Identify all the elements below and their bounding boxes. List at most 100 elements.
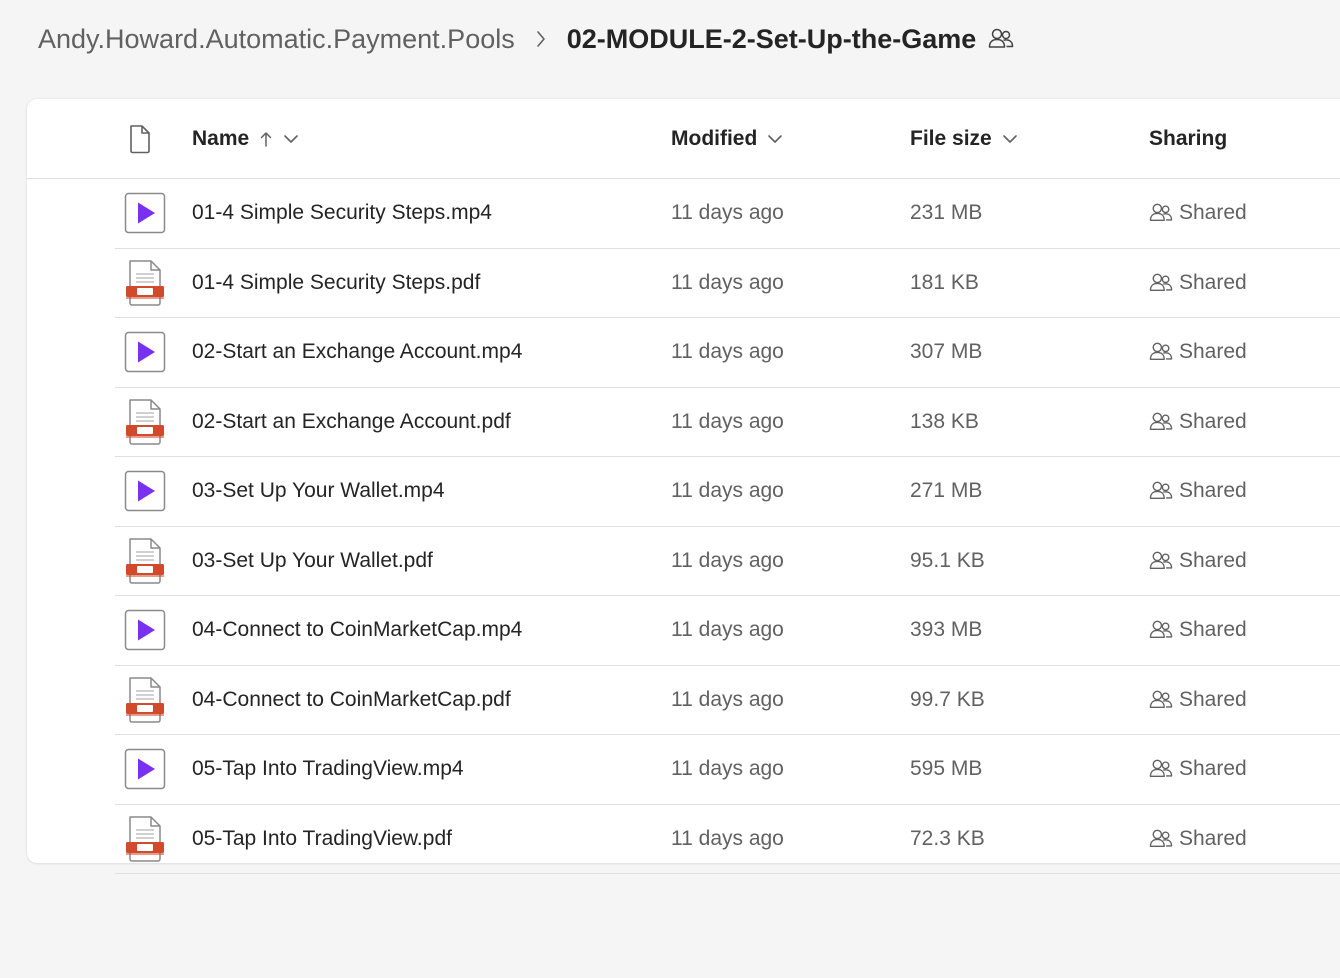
file-size: 99.7 KB [910,687,985,711]
breadcrumb-current-folder: 02-MODULE-2-Set-Up-the-Game [566,23,977,54]
sharing-label: Shared [1179,687,1247,711]
chevron-down-icon[interactable] [1002,133,1018,145]
pdf-file-icon [123,527,167,595]
sharing-status[interactable]: Shared [1149,666,1247,734]
file-size: 181 KB [910,270,979,294]
sharing-status[interactable]: Shared [1149,457,1247,525]
file-name[interactable]: 05-Tap Into TradingView.pdf [192,805,452,873]
sharing-status[interactable]: Shared [1149,805,1247,873]
sharing-label: Shared [1179,201,1247,224]
file-name[interactable]: 02-Start an Exchange Account.mp4 [192,318,522,386]
file-size: 231 MB [910,201,983,224]
table-row[interactable]: 04-Connect to CoinMarketCap.mp4 11 days … [115,596,1340,666]
file-name[interactable]: 03-Set Up Your Wallet.mp4 [192,457,445,525]
pdf-file-icon [123,249,167,317]
people-icon [1149,689,1173,711]
table-row[interactable]: 05-Tap Into TradingView.pdf 11 days ago … [115,805,1340,874]
file-name[interactable]: 01-4 Simple Security Steps.mp4 [192,179,492,247]
modified-date: 11 days ago [671,757,784,780]
column-header-name[interactable]: Name [192,99,299,178]
sharing-label: Shared [1179,479,1247,502]
column-header-modified-label: Modified [671,126,758,150]
modified-date: 11 days ago [671,826,784,850]
column-header-file-size[interactable]: File size [910,99,1018,178]
sharing-label: Shared [1179,757,1247,780]
file-size: 393 MB [910,618,983,641]
file-size: 307 MB [910,340,983,363]
modified-date: 11 days ago [671,618,784,641]
modified-date: 11 days ago [671,340,784,363]
sharing-label: Shared [1179,340,1247,363]
column-header-name-label: Name [192,126,250,150]
document-icon[interactable] [127,99,153,178]
sharing-status[interactable]: Shared [1149,596,1247,664]
table-row[interactable]: 03-Set Up Your Wallet.mp4 11 days ago 27… [115,457,1340,527]
video-file-icon [123,596,167,664]
sharing-status[interactable]: Shared [1149,318,1247,386]
table-row[interactable]: 02-Start an Exchange Account.pdf 11 days… [115,388,1340,457]
sharing-label: Shared [1179,270,1247,294]
modified-date: 11 days ago [671,201,784,224]
file-size: 271 MB [910,479,983,502]
breadcrumb-parent-link[interactable]: Andy.Howard.Automatic.Payment.Pools [38,24,515,55]
people-icon [1149,341,1173,363]
file-name[interactable]: 04-Connect to CoinMarketCap.mp4 [192,596,522,664]
file-rows: 01-4 Simple Security Steps.mp4 11 days a… [27,179,1340,874]
people-icon [1149,480,1173,502]
file-name[interactable]: 04-Connect to CoinMarketCap.pdf [192,666,511,734]
people-icon [1149,758,1173,780]
sharing-label: Shared [1179,826,1247,850]
column-header-modified[interactable]: Modified [671,99,783,178]
file-name[interactable]: 05-Tap Into TradingView.mp4 [192,735,464,803]
file-list: Name Modified File size Sharing 01-4 Sim… [27,99,1340,874]
people-icon [1149,202,1173,224]
file-name[interactable]: 01-4 Simple Security Steps.pdf [192,249,480,317]
people-icon [1149,272,1173,294]
sharing-label: Shared [1179,409,1247,433]
people-icon[interactable] [988,27,1014,51]
pdf-file-icon [123,666,167,734]
pdf-file-icon [123,805,167,873]
column-header-sharing[interactable]: Sharing [1149,99,1227,178]
sharing-status[interactable]: Shared [1149,735,1247,803]
chevron-right-icon [535,30,547,48]
sharing-status[interactable]: Shared [1149,527,1247,595]
file-size: 72.3 KB [910,826,985,850]
modified-date: 11 days ago [671,409,784,433]
people-icon [1149,828,1173,850]
file-name[interactable]: 02-Start an Exchange Account.pdf [192,388,511,456]
file-name[interactable]: 03-Set Up Your Wallet.pdf [192,527,433,595]
table-row[interactable]: 03-Set Up Your Wallet.pdf 11 days ago 95… [115,527,1340,596]
sharing-label: Shared [1179,618,1247,641]
sharing-status[interactable]: Shared [1149,249,1247,317]
breadcrumb: Andy.Howard.Automatic.Payment.Pools 02-M… [38,18,1014,60]
modified-date: 11 days ago [671,270,784,294]
video-file-icon [123,179,167,247]
people-icon [1149,411,1173,433]
file-size: 595 MB [910,757,983,780]
table-row[interactable]: 04-Connect to CoinMarketCap.pdf 11 days … [115,666,1340,735]
table-row[interactable]: 01-4 Simple Security Steps.pdf 11 days a… [115,249,1340,318]
arrow-up-icon [259,130,273,148]
people-icon [1149,550,1173,572]
sharing-status[interactable]: Shared [1149,179,1247,247]
people-icon [1149,619,1173,641]
table-row[interactable]: 01-4 Simple Security Steps.mp4 11 days a… [115,179,1340,249]
modified-date: 11 days ago [671,687,784,711]
table-row[interactable]: 02-Start an Exchange Account.mp4 11 days… [115,318,1340,388]
file-size: 95.1 KB [910,548,985,572]
chevron-down-icon[interactable] [283,133,299,145]
video-file-icon [123,735,167,803]
column-header-file-size-label: File size [910,126,992,150]
chevron-down-icon[interactable] [767,133,783,145]
column-header-row: Name Modified File size Sharing [27,99,1340,179]
column-header-sharing-label: Sharing [1149,126,1228,150]
modified-date: 11 days ago [671,479,784,502]
pdf-file-icon [123,388,167,456]
video-file-icon [123,318,167,386]
sharing-label: Shared [1179,548,1247,572]
table-row[interactable]: 05-Tap Into TradingView.mp4 11 days ago … [115,735,1340,805]
sharing-status[interactable]: Shared [1149,388,1247,456]
modified-date: 11 days ago [671,548,784,572]
file-size: 138 KB [910,409,979,433]
